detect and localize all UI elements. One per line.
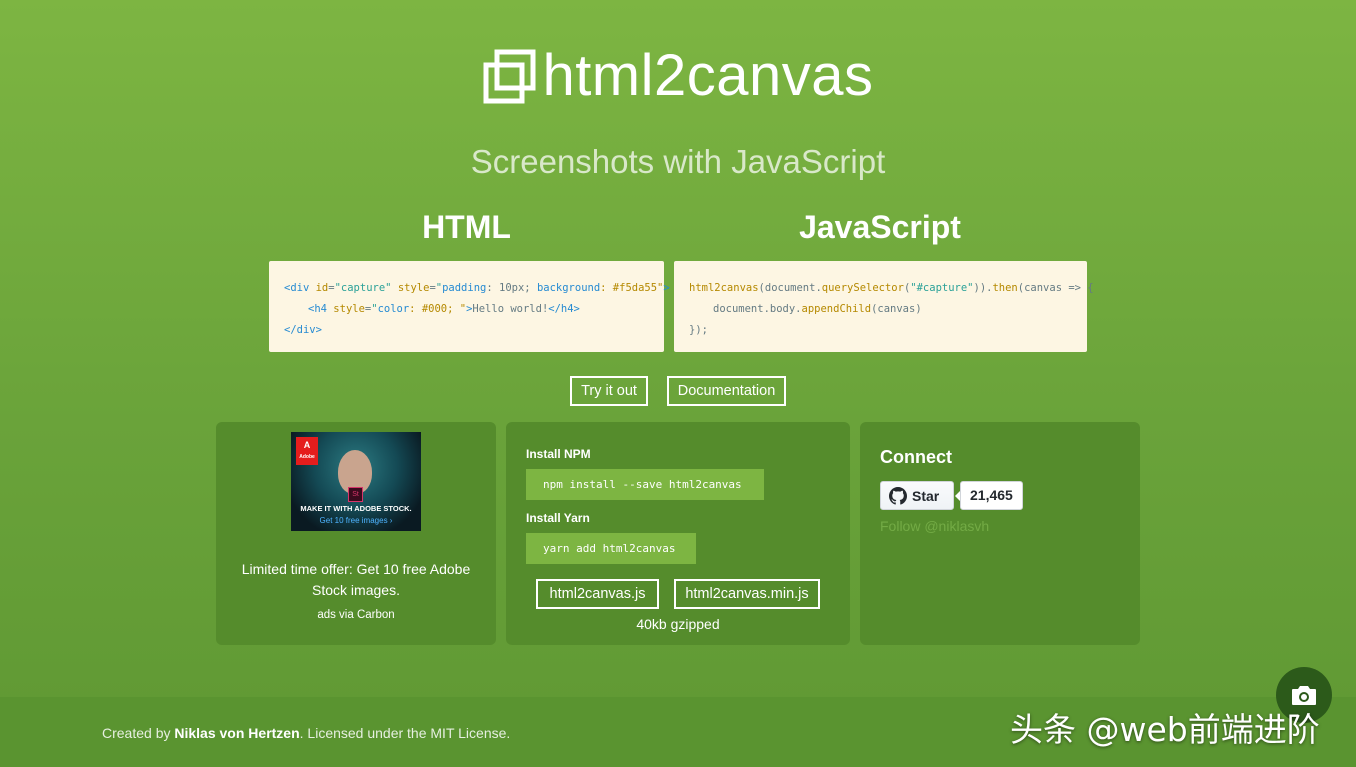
github-icon (889, 486, 907, 505)
github-star-button[interactable]: Star (880, 481, 954, 510)
page-header: html2canvas (0, 42, 1356, 110)
star-label: Star (912, 487, 940, 504)
ads-via-carbon-link[interactable]: ads via Carbon (216, 609, 496, 621)
page-subtitle: Screenshots with JavaScript (470, 143, 886, 180)
ad-panel: A Adobe St MAKE IT WITH ADOBE STOCK. Get … (216, 422, 496, 645)
documentation-button[interactable]: Documentation (667, 376, 786, 406)
connect-title: Connect (880, 447, 952, 467)
author-link[interactable]: Niklas von Hertzen (174, 725, 299, 741)
stock-app-icon: St (348, 487, 363, 502)
try-it-out-button[interactable]: Try it out (570, 376, 648, 406)
install-npm-label: Install NPM (526, 447, 591, 461)
ad-image[interactable]: A Adobe St MAKE IT WITH ADOBE STOCK. Get … (291, 432, 421, 531)
install-panel: Install NPM npm install --save html2canv… (506, 422, 850, 645)
html-heading: HTML (422, 209, 511, 245)
footer-text: Created by Niklas von Hertzen. Licensed … (102, 725, 511, 741)
watermark-text: 头条 @web前端进阶 (1010, 710, 1320, 749)
star-count[interactable]: 21,465 (955, 481, 1023, 510)
javascript-heading: JavaScript (799, 209, 961, 245)
html2canvas-logo-icon (483, 49, 536, 104)
html-code-block: <div id="capture" style="padding: 10px; … (269, 261, 670, 352)
npm-command[interactable]: npm install --save html2canvas (526, 469, 764, 500)
download-html2canvas-js-button[interactable]: html2canvas.js (536, 579, 659, 609)
ad-text-link[interactable]: Limited time offer: Get 10 free Adobe St… (236, 559, 476, 601)
ad-caption: MAKE IT WITH ADOBE STOCK. (300, 504, 412, 513)
javascript-code-block: html2canvas(document.querySelector("#cap… (674, 261, 1094, 352)
install-yarn-label: Install Yarn (526, 511, 590, 525)
connect-panel: Connect Star 21,465 Follow @niklasvh (860, 422, 1140, 645)
adobe-logo-icon: A Adobe (296, 437, 318, 465)
gzipped-size: 40kb gzipped (636, 616, 720, 632)
download-html2canvas-min-js-button[interactable]: html2canvas.min.js (674, 579, 820, 609)
ad-cta: Get 10 free images › (319, 516, 393, 525)
follow-link[interactable]: Follow @niklasvh (880, 518, 989, 534)
yarn-command[interactable]: yarn add html2canvas (526, 533, 696, 564)
page-title: html2canvas (542, 43, 874, 108)
